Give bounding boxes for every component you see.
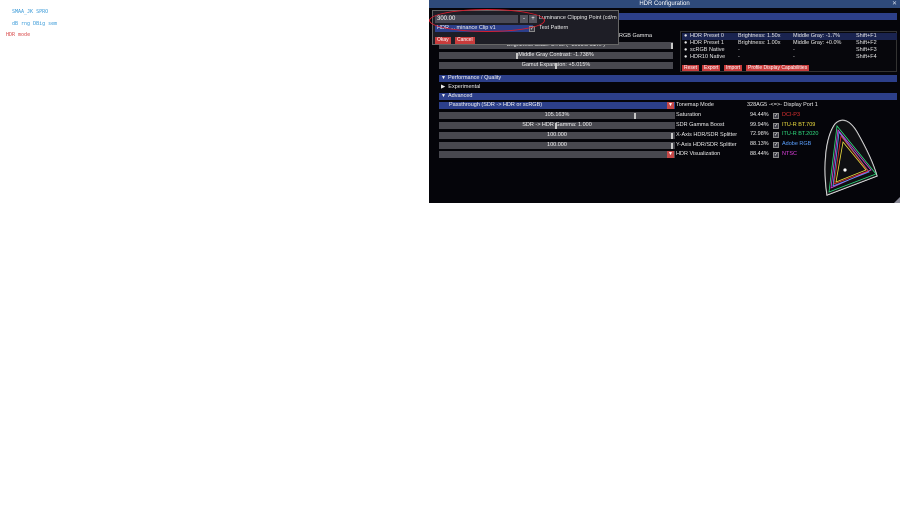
saturation-label: Saturation: [676, 112, 702, 118]
dropdown-arrow-icon[interactable]: ▼: [667, 102, 674, 109]
gamut-checkbox-ntsc[interactable]: ✓: [773, 151, 779, 158]
section-advanced[interactable]: ▼ Advanced: [439, 93, 897, 100]
tonemap-label: Tonemap Mode: [676, 102, 714, 108]
preset-gray: -: [793, 54, 795, 60]
preset-gray: -: [793, 47, 795, 53]
dropdown-arrow-icon[interactable]: ▼: [667, 151, 674, 158]
passthrough-dropdown[interactable]: Passthrough (SDR -> HDR or scRGB): [439, 102, 675, 109]
gamut-name-adobe-rgb: Adobe RGB: [782, 141, 812, 147]
preset-row-3[interactable]: ● HDR10 Native - - Shift+F4: [682, 54, 897, 61]
presets-panel: ● HDR Preset 0 Brightness: 1.50x Middle …: [680, 31, 897, 72]
gamut-diagram: [824, 119, 878, 196]
reset-button[interactable]: Reset: [682, 65, 700, 71]
display-name: 328AG5 -<=>- Display Port 1: [747, 102, 818, 108]
preset-row-0[interactable]: ● HDR Preset 0 Brightness: 1.50x Middle …: [682, 33, 897, 40]
gamma-slider[interactable]: SDR -> HDR Gamma: 1.000: [439, 122, 675, 129]
preset-key: Shift+F1: [856, 33, 877, 39]
expand-down-icon: ▼: [441, 75, 446, 81]
gamut-name-dci-p3: DCI-P3: [782, 112, 801, 118]
close-icon[interactable]: ✕: [892, 0, 897, 8]
gamma-grip[interactable]: [555, 122, 557, 129]
gamut-name-bt709: ITU-R BT.709: [782, 122, 816, 128]
preset-key: Shift+F2: [856, 40, 877, 46]
preset-name: HDR Preset 1: [690, 40, 724, 46]
y-splitter-grip[interactable]: [671, 142, 673, 149]
visualization-dropdown[interactable]: [439, 151, 675, 158]
preset-brightness: -: [738, 47, 740, 53]
gamut-checkbox-dci-p3[interactable]: ✓: [773, 112, 779, 119]
visualization-label: HDR Visualization: [676, 151, 721, 157]
preset-row-1[interactable]: ● HDR Preset 1 Brightness: 1.00x Middle …: [682, 40, 897, 47]
middle-gray-grip[interactable]: [516, 52, 518, 59]
overlay-line-3: HDR mode: [6, 32, 31, 38]
preset-brightness: -: [738, 54, 740, 60]
profile-display-button[interactable]: Profile Display Capabilities: [746, 65, 810, 71]
x-splitter-label: X-Axis HDR/SDR Splitter: [676, 132, 738, 138]
gamut-checkbox-bt2020[interactable]: ✓: [773, 131, 779, 138]
import-button[interactable]: Import: [724, 65, 743, 71]
gamut-checkbox-adobe-rgb[interactable]: ✓: [773, 141, 779, 148]
highlight-circle: [429, 9, 545, 32]
gamut-pct-dci-p3: 94.44%: [750, 112, 769, 118]
gamut-expansion-grip[interactable]: [555, 62, 557, 69]
gamut-checkbox-bt709[interactable]: ✓: [773, 122, 779, 129]
y-splitter-label: Y-Axis HDR/SDR Splitter: [676, 142, 737, 148]
gamma-label: SDR Gamma Boost: [676, 122, 725, 128]
hdr-config-window: HDR Configuration ✕ RGB Gamma Brightness…: [429, 0, 900, 203]
srgb-gamma-label: RGB Gamma: [619, 33, 653, 39]
section-experimental[interactable]: ▶ Experimental: [441, 84, 480, 91]
export-button[interactable]: Export: [702, 65, 721, 71]
saturation-slider[interactable]: 105.163%: [439, 112, 675, 119]
preset-gray: Middle Gray: +0.0%: [793, 40, 842, 46]
gamut-name-bt2020: ITU-R BT.2020: [782, 131, 819, 137]
overlay-line-1: SMAA_JK SPRO: [12, 9, 49, 15]
window-title: HDR Configuration: [429, 0, 900, 8]
preset-brightness: Brightness: 1.00x: [738, 40, 781, 46]
section-label: Advanced: [448, 93, 473, 99]
expand-right-icon: ▶: [441, 84, 446, 90]
overlay-line-2: dB rng DBig sem: [12, 21, 58, 27]
saturation-grip[interactable]: [634, 112, 636, 119]
gamut-pct-bt2020: 72.98%: [750, 131, 769, 137]
resize-grip-icon[interactable]: [894, 197, 900, 203]
brightness-grip[interactable]: [671, 42, 673, 49]
preset-name: HDR10 Native: [690, 54, 726, 60]
luminance-clip-label: Luminance Clipping Point (cd/m: [539, 15, 617, 21]
gamut-pct-ntsc: 88.44%: [750, 151, 769, 157]
section-label: Performance / Quality: [448, 75, 502, 81]
section-performance[interactable]: ▼ Performance / Quality: [439, 75, 897, 82]
gamut-name-ntsc: NTSC: [782, 151, 797, 157]
x-splitter-grip[interactable]: [671, 132, 673, 139]
expand-down-icon: ▼: [441, 93, 446, 99]
gamut-pct-adobe-rgb: 88.13%: [750, 141, 769, 147]
cancel-button[interactable]: Cancel: [455, 37, 475, 44]
gamut-pct-bt709: 99.94%: [750, 122, 769, 128]
preset-brightness: Brightness: 1.50x: [738, 33, 781, 39]
x-splitter-slider[interactable]: 100.000: [439, 132, 675, 139]
middle-gray-slider[interactable]: Middle Gray Contrast: -1.738%: [439, 52, 673, 59]
preset-gray: Middle Gray: -1.7%: [793, 33, 841, 39]
preset-key: Shift+F4: [856, 54, 877, 60]
y-splitter-slider[interactable]: 100.000: [439, 142, 675, 149]
section-label: Experimental: [448, 84, 481, 90]
preset-row-2[interactable]: ● scRGB Native - - Shift+F3: [682, 47, 897, 54]
preset-name: scRGB Native: [690, 47, 725, 53]
passthrough-value: Passthrough (SDR -> HDR or scRGB): [449, 102, 543, 108]
preset-name: HDR Preset 0: [690, 33, 724, 39]
preset-key: Shift+F3: [856, 47, 877, 53]
white-point: [843, 168, 847, 172]
okay-button[interactable]: Okay: [435, 37, 451, 44]
test-pattern-label: Test Pattern: [539, 25, 569, 31]
